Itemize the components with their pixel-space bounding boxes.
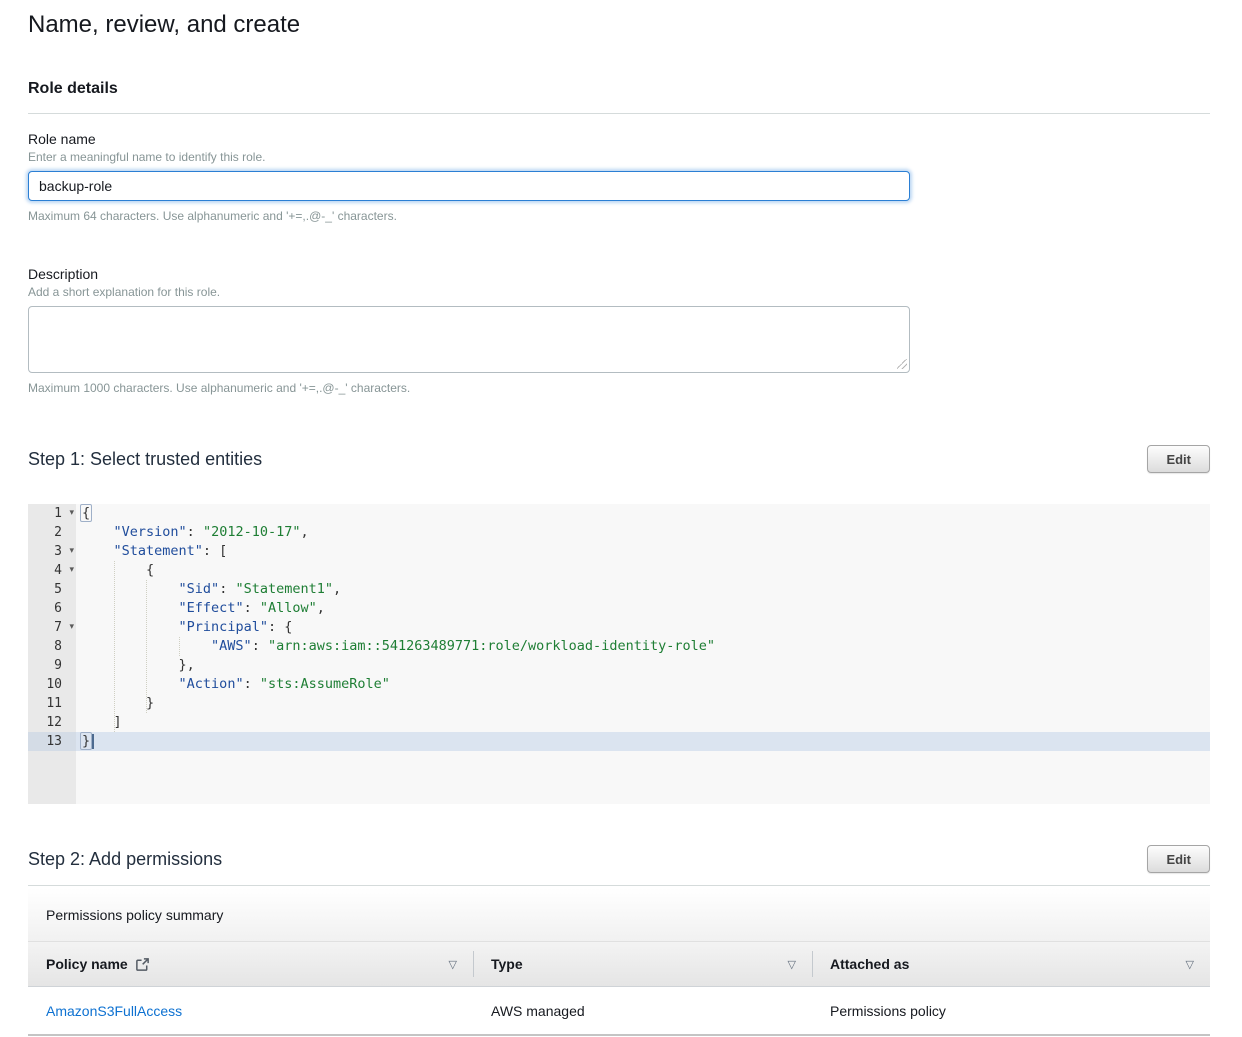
editor-line-12[interactable]: 12 ] bbox=[28, 713, 1210, 732]
description-textarea[interactable] bbox=[28, 306, 910, 373]
step2-heading: Step 2: Add permissions bbox=[28, 849, 222, 870]
line-number[interactable]: 8 bbox=[28, 637, 76, 656]
line-number[interactable]: 2 bbox=[28, 523, 76, 542]
code-line-text: ] bbox=[76, 713, 1210, 732]
filter-caret-icon[interactable]: ▽ bbox=[449, 959, 457, 970]
line-number[interactable]: 3▾ bbox=[28, 542, 76, 561]
role-name-label: Role name bbox=[28, 131, 1210, 147]
role-name-input[interactable] bbox=[28, 171, 910, 201]
policy-type-cell: AWS managed bbox=[473, 987, 812, 1034]
code-line-text: } bbox=[76, 732, 1210, 751]
column-header-label: Policy name bbox=[46, 956, 128, 972]
line-number[interactable]: 11 bbox=[28, 694, 76, 713]
filter-caret-icon[interactable]: ▽ bbox=[788, 959, 796, 970]
step2-edit-button[interactable]: Edit bbox=[1147, 845, 1210, 873]
policy-name-cell: AmazonS3FullAccess bbox=[28, 987, 473, 1034]
step1-heading: Step 1: Select trusted entities bbox=[28, 449, 262, 470]
step1-edit-button[interactable]: Edit bbox=[1147, 445, 1210, 473]
editor-line-8[interactable]: 8 "AWS": "arn:aws:iam::541263489771:role… bbox=[28, 637, 1210, 656]
line-number[interactable]: 7▾ bbox=[28, 618, 76, 637]
editor-line-10[interactable]: 10 "Action": "sts:AssumeRole" bbox=[28, 675, 1210, 694]
description-constraint: Maximum 1000 characters. Use alphanumeri… bbox=[28, 381, 1210, 395]
editor-line-11[interactable]: 11 } bbox=[28, 694, 1210, 713]
editor-line-13[interactable]: 13} bbox=[28, 732, 1210, 751]
editor-line-6[interactable]: 6 "Effect": "Allow", bbox=[28, 599, 1210, 618]
line-number[interactable]: 10 bbox=[28, 675, 76, 694]
code-line-text: "Sid": "Statement1", bbox=[76, 580, 1210, 599]
role-details-divider bbox=[28, 113, 1210, 114]
column-header-label: Type bbox=[491, 956, 523, 972]
line-number[interactable]: 13 bbox=[28, 732, 76, 751]
permissions-panel-header: Permissions policy summary bbox=[28, 888, 1210, 942]
code-line-text: { bbox=[76, 504, 1210, 523]
policy-name-link[interactable]: AmazonS3FullAccess bbox=[46, 1003, 182, 1019]
editor-line-1[interactable]: 1▾{ bbox=[28, 504, 1210, 523]
external-link-icon bbox=[135, 957, 150, 972]
policy-table-header: Policy name ▽ Type ▽ Attached as ▽ bbox=[28, 942, 1210, 987]
role-name-constraint: Maximum 64 characters. Use alphanumeric … bbox=[28, 209, 1210, 223]
code-line-text: }, bbox=[76, 656, 1210, 675]
code-line-text: "Version": "2012-10-17", bbox=[76, 523, 1210, 542]
column-header-type[interactable]: Type ▽ bbox=[473, 942, 812, 986]
editor-line-2[interactable]: 2 "Version": "2012-10-17", bbox=[28, 523, 1210, 542]
fold-arrow-icon[interactable]: ▾ bbox=[69, 542, 74, 561]
editor-line-7[interactable]: 7▾ "Principal": { bbox=[28, 618, 1210, 637]
fold-arrow-icon[interactable]: ▾ bbox=[69, 561, 74, 580]
column-header-policy-name[interactable]: Policy name ▽ bbox=[28, 942, 473, 986]
code-line-text: { bbox=[76, 561, 1210, 580]
editor-line-5[interactable]: 5 "Sid": "Statement1", bbox=[28, 580, 1210, 599]
description-hint: Add a short explanation for this role. bbox=[28, 285, 1210, 299]
code-line-text: } bbox=[76, 694, 1210, 713]
step2-divider bbox=[28, 885, 1210, 886]
resize-handle-icon[interactable] bbox=[897, 359, 907, 369]
text-cursor bbox=[92, 734, 94, 749]
page-title: Name, review, and create bbox=[28, 0, 1210, 40]
permissions-panel: Permissions policy summary Policy name▽T… bbox=[28, 888, 1210, 1036]
role-details-heading: Role details bbox=[28, 80, 1210, 98]
role-name-hint: Enter a meaningful name to identify this… bbox=[28, 150, 1210, 164]
filter-caret-icon[interactable]: ▽ bbox=[1186, 959, 1194, 970]
code-line-text: "Principal": { bbox=[76, 618, 1210, 637]
line-number[interactable]: 4▾ bbox=[28, 561, 76, 580]
fold-arrow-icon[interactable]: ▾ bbox=[69, 504, 74, 523]
column-header-label: Attached as bbox=[830, 956, 909, 972]
line-number[interactable]: 12 bbox=[28, 713, 76, 732]
policy-table-body: AmazonS3FullAccess AWS managedPermissions… bbox=[28, 987, 1210, 1036]
permissions-panel-title: Permissions policy summary bbox=[46, 907, 223, 923]
code-line-text: "Effect": "Allow", bbox=[76, 599, 1210, 618]
line-number[interactable]: 5 bbox=[28, 580, 76, 599]
trust-policy-editor[interactable]: 1▾{2 "Version": "2012-10-17",3▾ "Stateme… bbox=[28, 504, 1210, 804]
line-number[interactable]: 6 bbox=[28, 599, 76, 618]
code-line-text: "AWS": "arn:aws:iam::541263489771:role/w… bbox=[76, 637, 1210, 656]
code-line-text: "Action": "sts:AssumeRole" bbox=[76, 675, 1210, 694]
code-line-text: "Statement": [ bbox=[76, 542, 1210, 561]
column-header-attached-as[interactable]: Attached as ▽ bbox=[812, 942, 1210, 986]
editor-line-3[interactable]: 3▾ "Statement": [ bbox=[28, 542, 1210, 561]
fold-arrow-icon[interactable]: ▾ bbox=[69, 618, 74, 637]
editor-line-9[interactable]: 9 }, bbox=[28, 656, 1210, 675]
editor-line-4[interactable]: 4▾ { bbox=[28, 561, 1210, 580]
line-number[interactable]: 1▾ bbox=[28, 504, 76, 523]
table-row: AmazonS3FullAccess AWS managedPermissions… bbox=[28, 987, 1210, 1036]
line-number[interactable]: 9 bbox=[28, 656, 76, 675]
attached-as-cell: Permissions policy bbox=[812, 987, 1210, 1034]
description-label: Description bbox=[28, 266, 1210, 282]
